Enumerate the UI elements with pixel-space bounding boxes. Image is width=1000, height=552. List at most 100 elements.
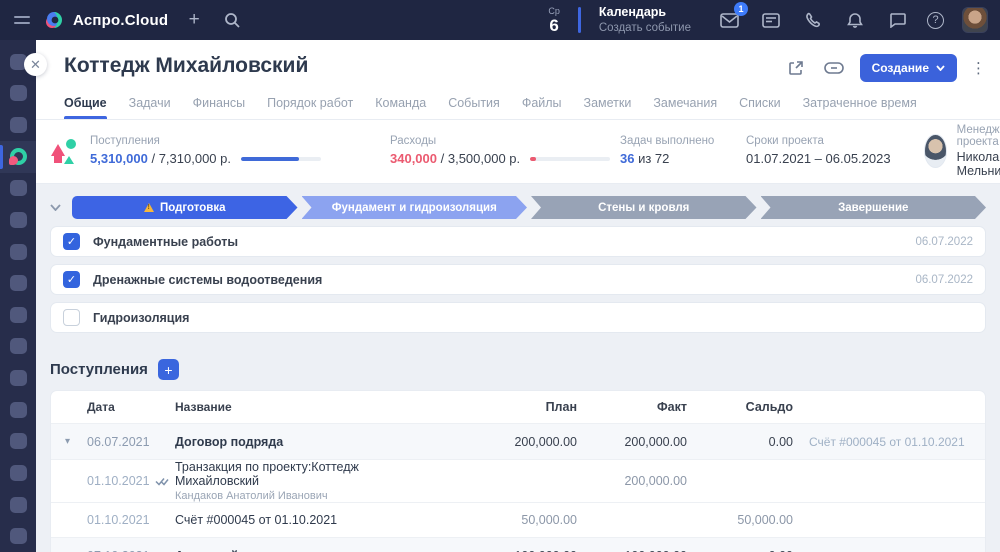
tasks-label: Задач выполнено bbox=[620, 135, 746, 147]
user-avatar[interactable] bbox=[962, 7, 988, 33]
manager-avatar[interactable] bbox=[924, 134, 947, 168]
row-name[interactable]: Договор подряда bbox=[175, 435, 389, 449]
notes-icon[interactable] bbox=[759, 8, 783, 32]
tab-bar: Общие Задачи Финансы Порядок работ Коман… bbox=[50, 82, 986, 119]
stage-preparation[interactable]: Подготовка bbox=[72, 196, 298, 219]
tab-remarks[interactable]: Замечания bbox=[653, 96, 717, 119]
calendar-widget[interactable]: Календарь Создать событие bbox=[599, 5, 691, 35]
checkbox-checked[interactable]: ✓ bbox=[63, 271, 80, 288]
sidebar-item-crm[interactable] bbox=[0, 173, 36, 205]
tab-lists[interactable]: Списки bbox=[739, 96, 780, 119]
projects-icon bbox=[10, 148, 27, 165]
calendar-title: Календарь bbox=[599, 5, 691, 21]
chat-icon[interactable] bbox=[885, 8, 909, 32]
row-name[interactable]: Агентский договор bbox=[175, 549, 389, 552]
stage-label: Подготовка bbox=[160, 202, 226, 214]
row-saldo: 0.00 bbox=[687, 549, 793, 552]
row-fact: 100,000.00 bbox=[577, 549, 687, 552]
sidebar-item-hr[interactable] bbox=[0, 489, 36, 521]
collapse-row-icon[interactable]: ▾ bbox=[65, 436, 87, 447]
finance-icon bbox=[10, 275, 27, 291]
stat-manager: Менеджер проекта Николай Мельников bbox=[924, 124, 1000, 178]
table-row[interactable]: 01.10.2021 Счёт #000045 от 01.10.2021 50… bbox=[51, 503, 985, 538]
menu-icon[interactable] bbox=[14, 16, 30, 24]
sidebar-item-performance[interactable] bbox=[0, 520, 36, 552]
invoice-link[interactable]: Счёт #000045 от 01.10.2021 bbox=[793, 435, 973, 449]
stage-foundation[interactable]: Фундамент и гидроизоляция bbox=[302, 196, 528, 219]
table-header: Дата Название План Факт Сальдо bbox=[51, 391, 985, 424]
tab-files[interactable]: Файлы bbox=[522, 96, 562, 119]
tab-tasks[interactable]: Задачи bbox=[129, 96, 171, 119]
sidebar-item-reports[interactable] bbox=[0, 362, 36, 394]
mail-icon[interactable]: 1 bbox=[717, 8, 741, 32]
sidebar-item-knowledge[interactable] bbox=[0, 457, 36, 489]
manager-name[interactable]: Николай Мельников bbox=[957, 150, 1000, 178]
tab-events[interactable]: События bbox=[448, 96, 500, 119]
tab-finance[interactable]: Финансы bbox=[193, 96, 245, 119]
create-button[interactable]: Создание bbox=[860, 54, 957, 82]
mail-badge: 1 bbox=[734, 2, 748, 16]
table-row[interactable]: ▾ 06.07.2021 Договор подряда 200,000.00 … bbox=[51, 424, 985, 460]
sidebar-item-portal[interactable] bbox=[0, 394, 36, 426]
bell-icon[interactable] bbox=[843, 8, 867, 32]
checklist-item: Гидроизоляция bbox=[50, 302, 986, 333]
divider bbox=[578, 7, 581, 33]
sidebar-item-tasks[interactable] bbox=[0, 78, 36, 110]
stat-tasks: Задач выполнено 36 из 72 bbox=[620, 135, 746, 166]
copy-link-icon[interactable] bbox=[822, 56, 846, 80]
stage-walls-roof[interactable]: Стены и кровля bbox=[531, 196, 757, 219]
checklist-label: Фундаментные работы bbox=[93, 235, 238, 249]
col-date[interactable]: Дата bbox=[87, 400, 175, 414]
row-name[interactable]: Счёт #000045 от 01.10.2021 bbox=[175, 513, 389, 527]
search-icon[interactable] bbox=[220, 8, 244, 32]
expenses-label: Расходы bbox=[390, 135, 620, 147]
tab-team[interactable]: Команда bbox=[375, 96, 426, 119]
row-plan: 100,000.00 bbox=[485, 549, 577, 552]
col-name[interactable]: Название bbox=[175, 400, 389, 414]
checkbox-checked[interactable]: ✓ bbox=[63, 233, 80, 250]
close-icon[interactable]: ✕ bbox=[24, 53, 47, 76]
app-logo[interactable]: Аспро.Cloud bbox=[44, 10, 168, 30]
receipts-value: 5,310,000 bbox=[90, 151, 148, 166]
stage-completion[interactable]: Завершение bbox=[761, 196, 987, 219]
tab-general[interactable]: Общие bbox=[64, 96, 107, 119]
date-widget[interactable]: Ср 6 bbox=[548, 7, 560, 34]
row-date: 06.07.2021 bbox=[87, 435, 175, 449]
sidebar-item-products[interactable] bbox=[0, 331, 36, 363]
collapse-stages-icon[interactable] bbox=[50, 204, 68, 211]
tab-work-order[interactable]: Порядок работ bbox=[267, 96, 353, 119]
stage-label: Фундамент и гидроизоляция bbox=[332, 202, 497, 214]
checklist-date: 06.07.2022 bbox=[915, 274, 973, 286]
stat-dates: Сроки проекта 01.07.2021 – 06.05.2023 bbox=[746, 135, 924, 166]
sidebar-item-projects[interactable] bbox=[0, 141, 36, 173]
add-receipt-button[interactable]: + bbox=[158, 359, 179, 380]
more-options-icon[interactable]: ⋮ bbox=[971, 59, 986, 77]
sidebar-item-team[interactable] bbox=[0, 204, 36, 236]
col-saldo[interactable]: Сальдо bbox=[687, 400, 793, 414]
sidebar-item-funnel[interactable] bbox=[0, 109, 36, 141]
open-external-icon[interactable] bbox=[784, 56, 808, 80]
expenses-total: / 3,500,000 р. bbox=[441, 151, 521, 166]
tasks-total: из 72 bbox=[638, 151, 669, 166]
sidebar-item-finance[interactable] bbox=[0, 267, 36, 299]
expenses-value: 340,000 bbox=[390, 151, 437, 166]
main-content: ✕ Коттедж Михайловский Создание ⋮ Общие … bbox=[36, 40, 1000, 552]
col-plan[interactable]: План bbox=[485, 400, 577, 414]
col-fact[interactable]: Факт bbox=[577, 400, 687, 414]
sidebar-item-apps[interactable] bbox=[0, 426, 36, 458]
row-name[interactable]: Транзакция по проекту:Коттедж Михайловск… bbox=[175, 460, 389, 488]
funnel-icon bbox=[10, 117, 27, 133]
help-icon[interactable]: ? bbox=[927, 12, 944, 29]
create-event-link[interactable]: Создать событие bbox=[599, 21, 691, 35]
hr-icon bbox=[10, 497, 27, 513]
table-row[interactable]: ▸ 07.10.2021 Агентский договор 100,000.0… bbox=[51, 538, 985, 552]
add-icon[interactable]: + bbox=[182, 8, 206, 32]
phone-icon[interactable] bbox=[801, 8, 825, 32]
tab-notes[interactable]: Заметки bbox=[584, 96, 632, 119]
checkbox-unchecked[interactable] bbox=[63, 309, 80, 326]
checklist-item: ✓ Фундаментные работы 06.07.2022 bbox=[50, 226, 986, 257]
sidebar-item-clients[interactable] bbox=[0, 299, 36, 331]
tab-time-spent[interactable]: Затраченное время bbox=[803, 96, 917, 119]
sidebar-item-docs[interactable] bbox=[0, 236, 36, 268]
table-row[interactable]: 01.10.2021 Транзакция по проекту:Коттедж… bbox=[51, 460, 985, 503]
